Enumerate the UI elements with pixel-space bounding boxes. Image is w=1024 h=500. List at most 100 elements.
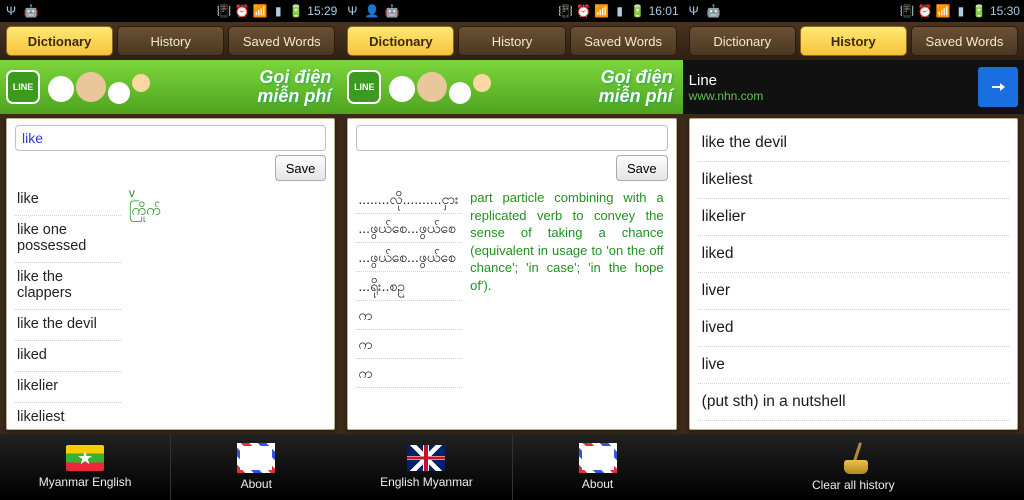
ad-banner[interactable]: LINE Gọi điện miễn phí (0, 60, 341, 114)
status-time: 15:29 (307, 4, 337, 18)
word-item[interactable]: ...ရိုး..စဥ္ (356, 272, 462, 301)
ad-characters (48, 64, 208, 112)
history-item[interactable]: likeliest (698, 162, 1009, 199)
wifi-icon: 📶 (253, 4, 267, 18)
bottom-label: Myanmar English (39, 475, 132, 489)
word-item[interactable]: like one possessed (15, 216, 121, 263)
ad-characters (389, 64, 549, 112)
bottom-label: About (241, 477, 272, 491)
word-item[interactable]: likeliest (15, 403, 121, 424)
history-item[interactable]: live (698, 347, 1009, 384)
myanmar-word: ကြိုက် (129, 203, 322, 218)
word-item[interactable]: like (15, 185, 121, 216)
vibrate-icon: 📳 (559, 4, 573, 18)
dictionary-page: Save like like one possessed like the cl… (6, 118, 335, 430)
history-item[interactable]: liked (698, 236, 1009, 273)
bottom-bar: Clear all history (683, 434, 1024, 500)
android-icon: 🤖 (24, 4, 38, 18)
bottom-about[interactable]: About (171, 434, 341, 500)
tab-saved-words[interactable]: Saved Words (228, 26, 335, 56)
usb-icon: Ψ (345, 4, 359, 18)
word-item[interactable]: like the devil (15, 310, 121, 341)
word-item[interactable]: ........လို..........ငှား (356, 185, 462, 214)
definition-text: part particle combining with a replicate… (470, 189, 663, 294)
phone-screen-3: Ψ 🤖 📳 ⏰ 📶 ▮ 🔋 15:30 Dictionary History S… (683, 0, 1024, 500)
tab-dictionary[interactable]: Dictionary (347, 26, 454, 56)
ad-title: Line (689, 72, 717, 89)
broom-icon (838, 442, 868, 474)
bottom-bar: English Myanmar About (341, 434, 682, 500)
status-bar: Ψ 👤 🤖 📳 ⏰ 📶 ▮ 🔋 16:01 (341, 0, 682, 22)
alarm-icon: ⏰ (918, 4, 932, 18)
definition-pane: part particle combining with a replicate… (462, 185, 667, 423)
usb-icon: Ψ (687, 4, 701, 18)
line-app-icon: LINE (347, 70, 381, 104)
history-item[interactable]: (put sth) in a nutshell (698, 384, 1009, 421)
battery-icon: 🔋 (972, 4, 986, 18)
history-item[interactable]: likelier (698, 199, 1009, 236)
ad-url: www.nhn.com (689, 89, 978, 103)
status-time: 16:01 (649, 4, 679, 18)
search-input[interactable] (356, 125, 667, 151)
word-item[interactable]: က (356, 330, 462, 359)
search-input[interactable] (15, 125, 326, 151)
word-list[interactable]: like like one possessed like the clapper… (15, 185, 121, 423)
top-tabs: Dictionary History Saved Words (341, 22, 682, 60)
ad-banner[interactable]: LINE Gọi điện miễn phí (341, 60, 682, 114)
wifi-icon: 📶 (936, 4, 950, 18)
battery-icon: 🔋 (631, 4, 645, 18)
tab-saved-words[interactable]: Saved Words (911, 26, 1018, 56)
bottom-label: English Myanmar (380, 475, 473, 489)
android-icon: 🤖 (385, 4, 399, 18)
ad-text: Line www.nhn.com (689, 72, 978, 103)
ad-banner-dark[interactable]: Line www.nhn.com (683, 60, 1024, 114)
history-list[interactable]: like the devil likeliest likelier liked … (698, 125, 1009, 423)
bottom-dictionary-direction[interactable]: ★ Myanmar English (0, 434, 171, 500)
save-button[interactable]: Save (616, 155, 668, 181)
word-item[interactable]: like the clappers (15, 263, 121, 310)
history-item[interactable]: (right) under sb's(very)nose (698, 421, 1009, 423)
signal-icon: ▮ (613, 4, 627, 18)
content: like the devil likeliest likelier liked … (683, 114, 1024, 434)
vibrate-icon: 📳 (900, 4, 914, 18)
bottom-clear-history[interactable]: Clear all history (683, 434, 1024, 500)
top-tabs: Dictionary History Saved Words (0, 22, 341, 60)
history-item[interactable]: lived (698, 310, 1009, 347)
word-item[interactable]: liked (15, 341, 121, 372)
tab-dictionary[interactable]: Dictionary (6, 26, 113, 56)
tab-history[interactable]: History (800, 26, 907, 56)
usb-icon: Ψ (4, 4, 18, 18)
word-item[interactable]: ...ဖွယ်စေ...ဖွယ်စေ (356, 243, 462, 272)
search-row (356, 125, 667, 151)
status-bar: Ψ 🤖 📳 ⏰ 📶 ▮ 🔋 15:29 (0, 0, 341, 22)
airmail-icon (237, 443, 275, 473)
status-time: 15:30 (990, 4, 1020, 18)
word-list[interactable]: ........လို..........ငှား ...ဖွယ်စေ...ဖွ… (356, 185, 462, 423)
bottom-label: Clear all history (812, 478, 895, 492)
tab-dictionary[interactable]: Dictionary (689, 26, 796, 56)
word-item[interactable]: likelier (15, 372, 121, 403)
part-of-speech: v (129, 185, 322, 201)
bottom-dictionary-direction[interactable]: English Myanmar (341, 434, 512, 500)
battery-icon: 🔋 (289, 4, 303, 18)
alarm-icon: ⏰ (577, 4, 591, 18)
tab-history[interactable]: History (117, 26, 224, 56)
bottom-bar: ★ Myanmar English About (0, 434, 341, 500)
tab-saved-words[interactable]: Saved Words (570, 26, 677, 56)
android-icon: 🤖 (707, 4, 721, 18)
word-item[interactable]: က (356, 359, 462, 388)
word-item[interactable]: က (356, 301, 462, 330)
bottom-about[interactable]: About (513, 434, 683, 500)
vibrate-icon: 📳 (217, 4, 231, 18)
myanmar-flag-icon: ★ (66, 445, 104, 471)
top-tabs: Dictionary History Saved Words (683, 22, 1024, 60)
ad-text: Gọi điện miễn phí (599, 68, 673, 106)
history-page: like the devil likeliest likelier liked … (689, 118, 1018, 430)
history-item[interactable]: like the devil (698, 125, 1009, 162)
ad-arrow-button[interactable] (978, 67, 1018, 107)
dictionary-page: Save ........လို..........ငှား ...ဖွယ်စေ… (347, 118, 676, 430)
save-button[interactable]: Save (275, 155, 327, 181)
word-item[interactable]: ...ဖွယ်စေ...ဖွယ်စေ (356, 214, 462, 243)
history-item[interactable]: liver (698, 273, 1009, 310)
tab-history[interactable]: History (458, 26, 565, 56)
